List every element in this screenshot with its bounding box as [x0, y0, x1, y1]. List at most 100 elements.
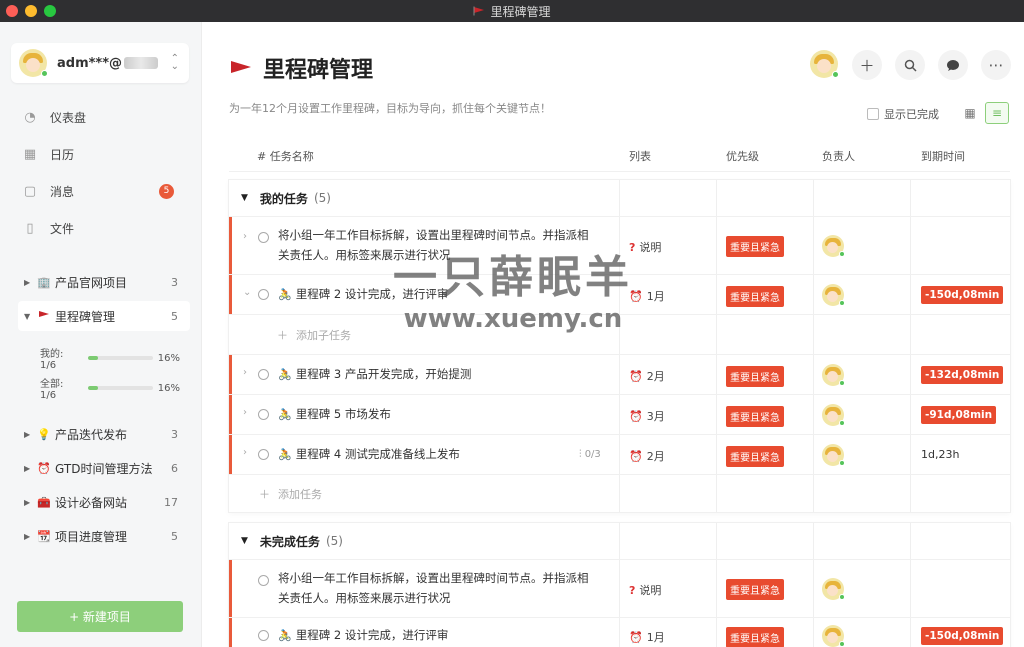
- task-complete-radio[interactable]: [258, 630, 269, 641]
- my-progress: 我的: 1/6 16%: [40, 349, 180, 371]
- caret-down-icon[interactable]: ▼: [241, 536, 248, 546]
- column-header[interactable]: 到期时间: [921, 140, 965, 172]
- chevron-right-icon[interactable]: ›: [243, 407, 247, 418]
- task-list: ⏰ 2月: [629, 449, 665, 464]
- nav-messages[interactable]: ▢ 消息 5: [22, 181, 182, 201]
- list-view-button[interactable]: ≡: [985, 102, 1009, 124]
- plus-icon: ＋: [277, 328, 288, 342]
- task-row[interactable]: 将小组一年工作目标拆解，设置出里程碑时间节点。并指派相关责任人。用标签来展示进行…: [229, 559, 1010, 617]
- task-name[interactable]: 将小组一年工作目标拆解，设置出里程碑时间节点。并指派相关责任人。用标签来展示进行…: [278, 568, 598, 608]
- task-row[interactable]: › 🚴 里程碑 3 产品开发完成，开始提测 ⏰ 2月 重要且紧急 -132d,08m…: [229, 354, 1010, 394]
- due-date-overdue[interactable]: -91d,08min: [921, 406, 997, 424]
- due-date[interactable]: 1d,23h: [921, 448, 959, 461]
- add-task-row[interactable]: ＋ 添加任务: [229, 474, 1010, 512]
- task-complete-radio[interactable]: [258, 575, 269, 586]
- show-done-toggle[interactable]: 显示已完成: [867, 106, 939, 122]
- due-date-overdue[interactable]: -132d,08min: [921, 366, 1004, 384]
- column-header[interactable]: 列表: [629, 140, 651, 172]
- owner-avatar[interactable]: [822, 364, 845, 386]
- column-header[interactable]: 优先级: [726, 140, 759, 172]
- task-name[interactable]: 🚴 里程碑 4 测试完成准备线上发布: [278, 444, 598, 465]
- table-header: # 任务名称 列表 优先级 负责人 到期时间: [229, 140, 1010, 172]
- search-button[interactable]: [895, 50, 925, 80]
- project-count: 5: [171, 529, 178, 543]
- more-button[interactable]: ⋯: [981, 50, 1011, 80]
- caret-right-icon[interactable]: ▶: [24, 464, 36, 473]
- caret-right-icon[interactable]: ▶: [24, 430, 36, 439]
- owner-avatar[interactable]: [822, 444, 845, 466]
- owner-avatar[interactable]: [822, 284, 845, 306]
- caret-right-icon[interactable]: ▶: [24, 532, 36, 541]
- task-list: ⏰ 1月: [629, 289, 665, 304]
- project-item[interactable]: ▶ 📆 项目进度管理 5: [18, 521, 190, 551]
- priority-tag[interactable]: 重要且紧急: [726, 579, 784, 600]
- owner-avatar[interactable]: [822, 578, 845, 600]
- task-row[interactable]: › 🚴 里程碑 4 测试完成准备线上发布 ⫶ 0/3 ⏰ 2月 重要且紧急 1d,2…: [229, 434, 1010, 474]
- priority-tag[interactable]: 重要且紧急: [726, 286, 784, 307]
- task-row[interactable]: ⌄ 🚴 里程碑 2 设计完成，进行评审 ⏰ 1月 重要且紧急 -150d,08min: [229, 274, 1010, 314]
- project-item[interactable]: ▶ 🧰 设计必备网站 17: [18, 487, 190, 517]
- task-name[interactable]: 将小组一年工作目标拆解，设置出里程碑时间节点。并指派相关责任人。用标签来展示进行…: [278, 225, 598, 265]
- task-row[interactable]: › 🚴 里程碑 5 市场发布 ⏰ 3月 重要且紧急 -91d,08min: [229, 394, 1010, 434]
- task-complete-radio[interactable]: [258, 409, 269, 420]
- add-subtask-row[interactable]: ＋ 添加子任务: [229, 314, 1010, 354]
- chevron-down-icon[interactable]: ⌄: [243, 287, 251, 298]
- group-header[interactable]: ▼ 未完成任务 (5): [229, 523, 343, 559]
- task-complete-radio[interactable]: [258, 449, 269, 460]
- chevron-right-icon[interactable]: ›: [243, 231, 247, 242]
- close-window-button[interactable]: [6, 5, 18, 17]
- project-item[interactable]: ▶ 💡 产品迭代发布 3: [18, 419, 190, 449]
- calendar-icon: ▦: [23, 146, 37, 162]
- column-header[interactable]: # 任务名称: [257, 140, 314, 172]
- project-item[interactable]: ▶ ⏰ GTD时间管理方法 6: [18, 453, 190, 483]
- priority-tag[interactable]: 重要且紧急: [726, 406, 784, 427]
- nav-calendar[interactable]: ▦ 日历: [22, 144, 182, 164]
- task-name[interactable]: 🚴 里程碑 5 市场发布: [278, 404, 598, 425]
- caret-right-icon[interactable]: ▶: [24, 498, 36, 507]
- maximize-window-button[interactable]: [44, 5, 56, 17]
- add-button[interactable]: ＋: [852, 50, 882, 80]
- question-icon: ?: [629, 240, 636, 254]
- alarm-icon: ⏰: [629, 369, 643, 383]
- nav-files[interactable]: ▯ 文件: [22, 218, 182, 238]
- task-name[interactable]: 🚴 里程碑 2 设计完成，进行评审: [278, 625, 598, 646]
- nav-dashboard[interactable]: ◔ 仪表盘: [22, 107, 182, 127]
- user-switcher[interactable]: adm***@ ⌃ ⌄: [11, 43, 189, 83]
- task-complete-radio[interactable]: [258, 232, 269, 243]
- due-date-overdue[interactable]: -150d,08min: [921, 286, 1004, 304]
- priority-tag[interactable]: 重要且紧急: [726, 236, 784, 257]
- calendar-icon: 📆: [37, 529, 51, 543]
- project-item[interactable]: ▶ 🏢 产品官网项目 3: [18, 267, 190, 297]
- chevron-updown-icon[interactable]: ⌃ ⌄: [171, 54, 179, 72]
- project-count: 17: [164, 495, 178, 509]
- chevron-right-icon[interactable]: ›: [243, 447, 247, 458]
- chevron-right-icon[interactable]: ›: [243, 367, 247, 378]
- task-row[interactable]: › 将小组一年工作目标拆解，设置出里程碑时间节点。并指派相关责任人。用标签来展示…: [229, 216, 1010, 274]
- chat-button[interactable]: [938, 50, 968, 80]
- caret-down-icon[interactable]: ▼: [241, 193, 248, 203]
- owner-avatar[interactable]: [822, 625, 845, 647]
- task-complete-radio[interactable]: [258, 369, 269, 380]
- grid-view-button[interactable]: ▦: [958, 102, 982, 124]
- header-avatar[interactable]: [810, 50, 839, 78]
- priority-tag[interactable]: 重要且紧急: [726, 627, 784, 647]
- owner-avatar[interactable]: [822, 404, 845, 426]
- column-header[interactable]: 负责人: [822, 140, 855, 172]
- caret-down-icon[interactable]: ▼: [24, 312, 36, 321]
- show-done-checkbox[interactable]: [867, 108, 879, 120]
- new-project-button[interactable]: + 新建项目: [17, 601, 183, 632]
- priority-tag[interactable]: 重要且紧急: [726, 446, 784, 467]
- owner-avatar[interactable]: [822, 235, 845, 257]
- caret-right-icon[interactable]: ▶: [24, 278, 36, 287]
- minimize-window-button[interactable]: [25, 5, 37, 17]
- progress-bar: [87, 356, 153, 360]
- task-complete-radio[interactable]: [258, 289, 269, 300]
- task-row[interactable]: 🚴 里程碑 2 设计完成，进行评审 ⏰ 1月 重要且紧急 -150d,08min: [229, 617, 1010, 647]
- due-date-overdue[interactable]: -150d,08min: [921, 627, 1004, 645]
- priority-tag[interactable]: 重要且紧急: [726, 366, 784, 387]
- online-status-dot: [41, 70, 48, 77]
- project-item-active[interactable]: ▼ 里程碑管理 5: [18, 301, 190, 331]
- task-name[interactable]: 🚴 里程碑 2 设计完成，进行评审: [278, 284, 598, 305]
- task-name[interactable]: 🚴 里程碑 3 产品开发完成，开始提测: [278, 364, 598, 385]
- group-header[interactable]: ▼ 我的任务 (5): [229, 180, 331, 216]
